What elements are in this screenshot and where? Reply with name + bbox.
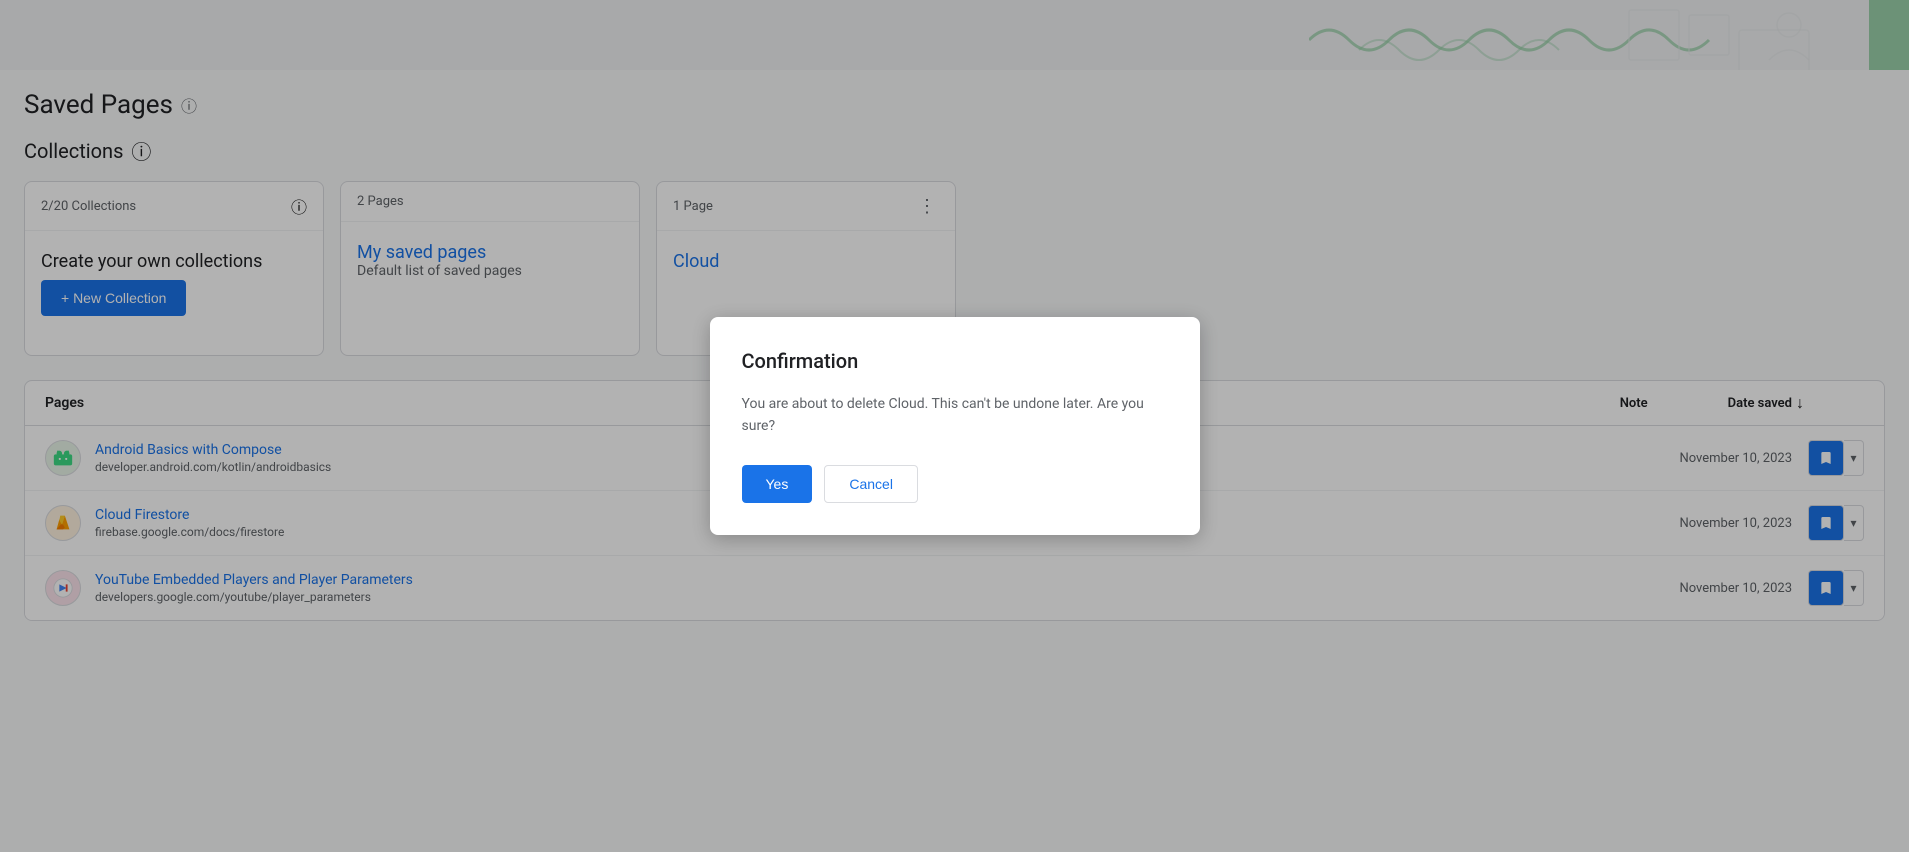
- dialog-yes-button[interactable]: Yes: [742, 465, 813, 503]
- dialog-actions: Yes Cancel: [742, 465, 1168, 503]
- dialog-body: You are about to delete Cloud. This can'…: [742, 393, 1168, 438]
- modal-overlay[interactable]: Confirmation You are about to delete Clo…: [0, 0, 1909, 852]
- dialog-title: Confirmation: [742, 349, 1168, 373]
- dialog-cancel-button[interactable]: Cancel: [824, 465, 918, 503]
- confirmation-dialog: Confirmation You are about to delete Clo…: [710, 317, 1200, 536]
